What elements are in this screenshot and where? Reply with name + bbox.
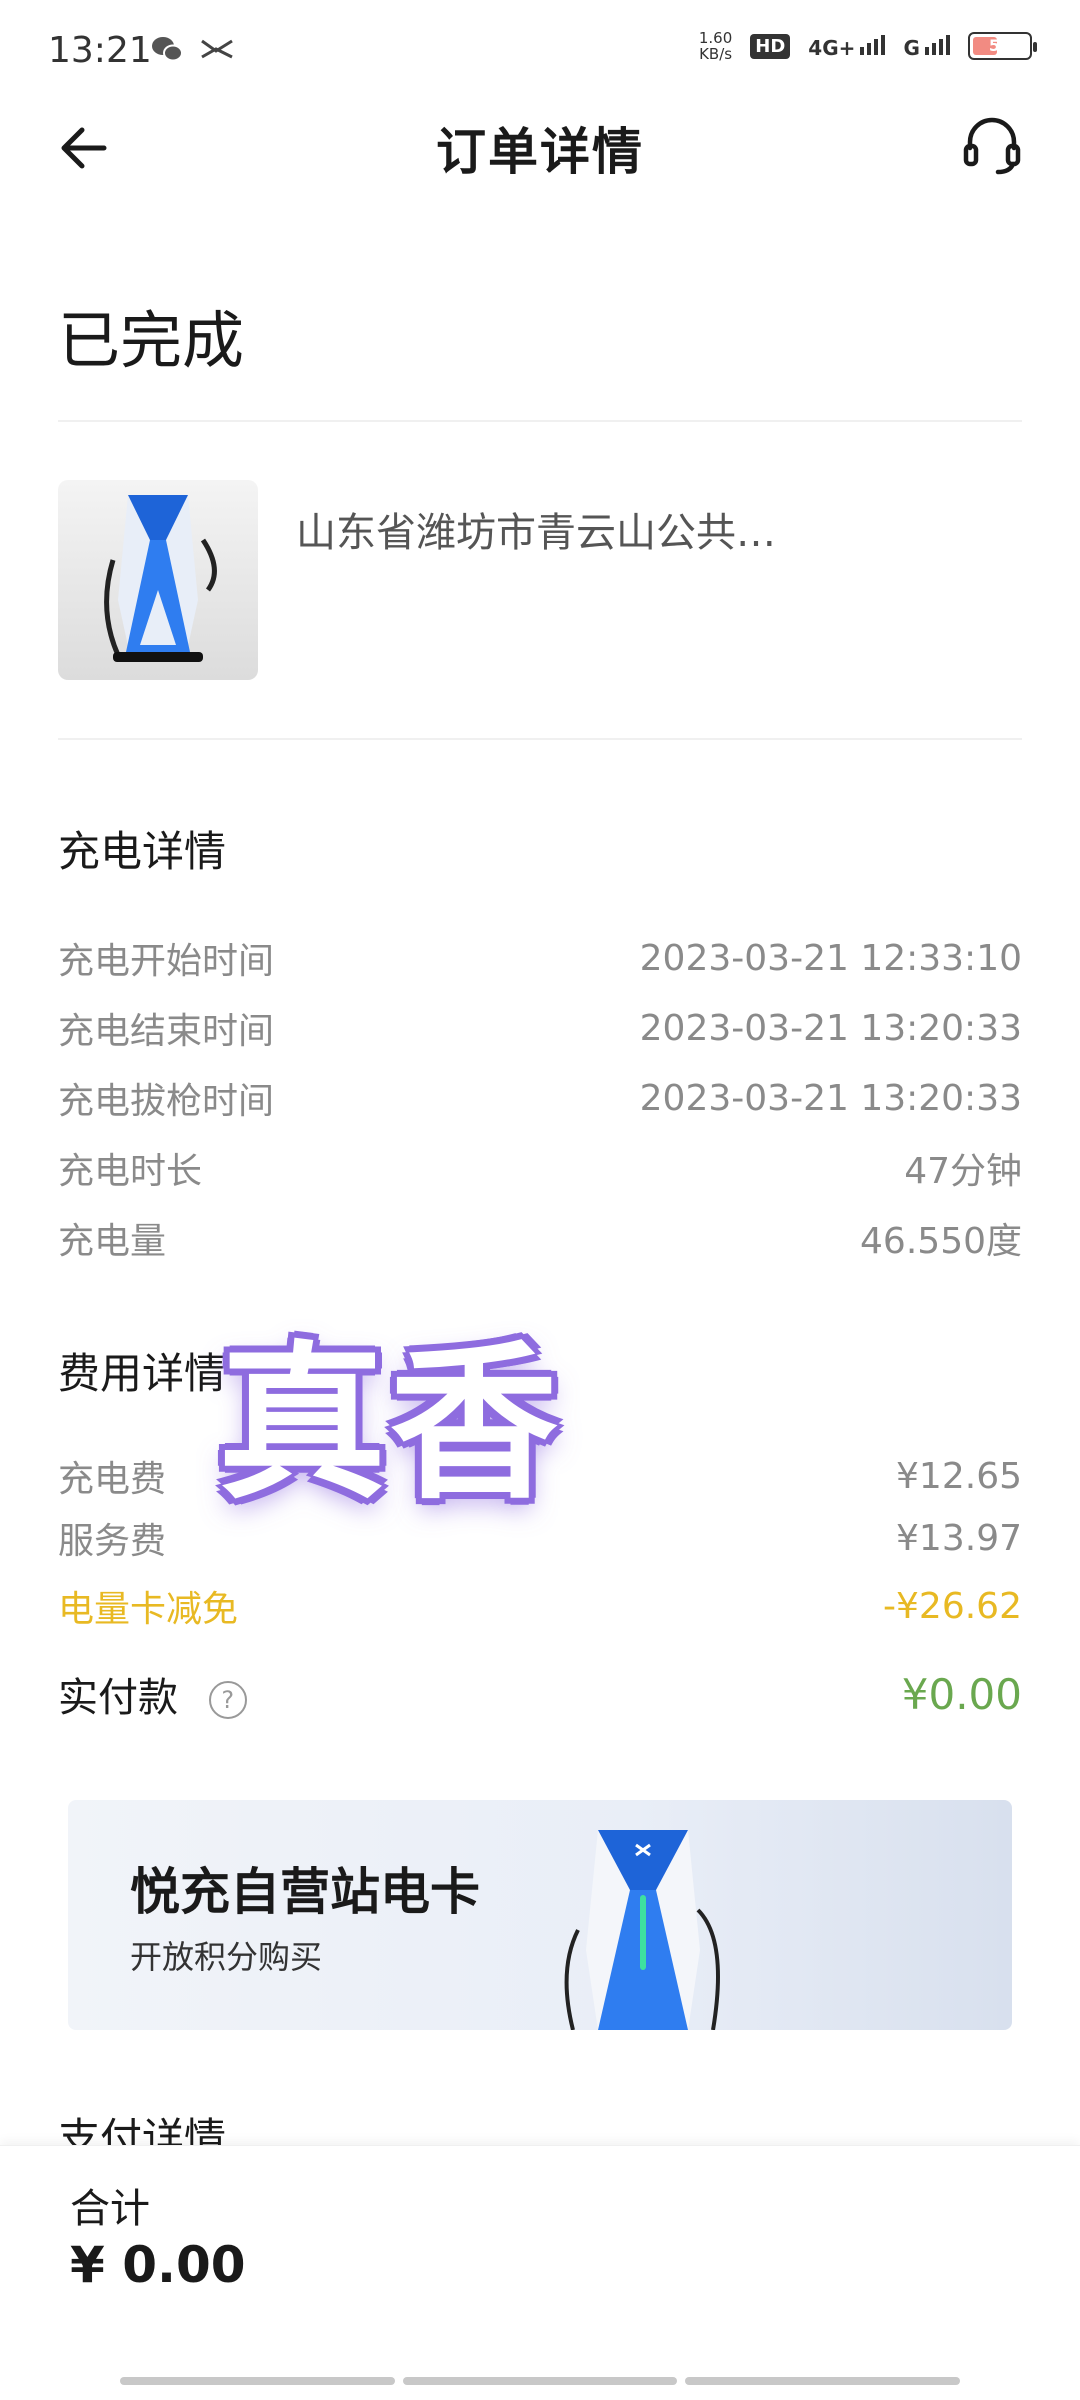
charge-card-banner[interactable]: 悦充自营站电卡 开放积分购买 bbox=[68, 1800, 1012, 2030]
charger-image bbox=[564, 1830, 720, 2030]
total-value: ¥ 0.00 bbox=[70, 2236, 246, 2294]
net-speed: 1.60 KB/s bbox=[698, 29, 733, 63]
total-label: 合计 bbox=[70, 2186, 150, 2232]
order-detail-page: 13:21 1.60 KB/s HD 4G+ G 57 订单详情 已完成 山东省… bbox=[0, 0, 1080, 2400]
paid-label: 实付款 bbox=[58, 1675, 178, 1721]
status-right-group: 1.60 KB/s HD 4G+ G 57 bbox=[698, 29, 1037, 63]
divider bbox=[58, 738, 1022, 740]
question-circle-icon[interactable]: ? bbox=[208, 1681, 247, 1719]
xpeng-notification-icon bbox=[200, 30, 234, 70]
detail-row: 充电开始时间 2023-03-21 12:33:10 bbox=[58, 937, 1022, 983]
nav-header: 订单详情 bbox=[0, 100, 1080, 190]
signal-4g-icon: 4G+ bbox=[808, 33, 886, 60]
page-title: 订单详情 bbox=[436, 123, 644, 181]
detail-row: 充电量 46.550度 bbox=[58, 1221, 1022, 1262]
station-name[interactable]: 山东省潍坊市青云山公共… bbox=[296, 500, 776, 558]
status-bar: 13:21 1.60 KB/s HD 4G+ G 57 bbox=[0, 0, 1080, 100]
sticker-overlay: 真香 bbox=[218, 1326, 562, 1522]
paid-amount-row: 实付款 ? ¥0.00 bbox=[58, 1664, 1022, 1724]
signal-g-icon: G bbox=[903, 33, 950, 60]
status-time: 13:21 bbox=[48, 30, 152, 71]
divider bbox=[58, 420, 1022, 422]
hd-voice-icon: HD bbox=[750, 33, 791, 59]
charging-details-title: 充电详情 bbox=[58, 827, 227, 876]
paid-value: ¥0.00 bbox=[901, 1669, 1022, 1719]
fee-discount-row: 电量卡减免 -¥26.62 bbox=[58, 1585, 1022, 1631]
gesture-nav-bar[interactable] bbox=[120, 2377, 961, 2385]
battery-icon: 57 bbox=[968, 32, 1037, 60]
wechat-icon bbox=[150, 34, 184, 72]
detail-row: 充电拔枪时间 2023-03-21 13:20:33 bbox=[58, 1077, 1022, 1123]
banner-subtitle: 开放积分购买 bbox=[130, 1938, 323, 1976]
charger-image bbox=[104, 495, 217, 662]
total-bar: 合计 ¥ 0.00 bbox=[0, 2145, 1080, 2400]
banner-title: 悦充自营站电卡 bbox=[130, 1863, 480, 1921]
customer-service-button[interactable] bbox=[960, 114, 1024, 178]
order-status: 已完成 bbox=[58, 304, 245, 377]
headset-icon bbox=[963, 117, 1021, 175]
detail-row: 充电时长 47分钟 bbox=[58, 1151, 1022, 1192]
station-thumbnail[interactable] bbox=[58, 480, 258, 680]
detail-row: 充电结束时间 2023-03-21 13:20:33 bbox=[58, 1007, 1022, 1053]
fee-details-title: 费用详情 bbox=[58, 1349, 227, 1398]
